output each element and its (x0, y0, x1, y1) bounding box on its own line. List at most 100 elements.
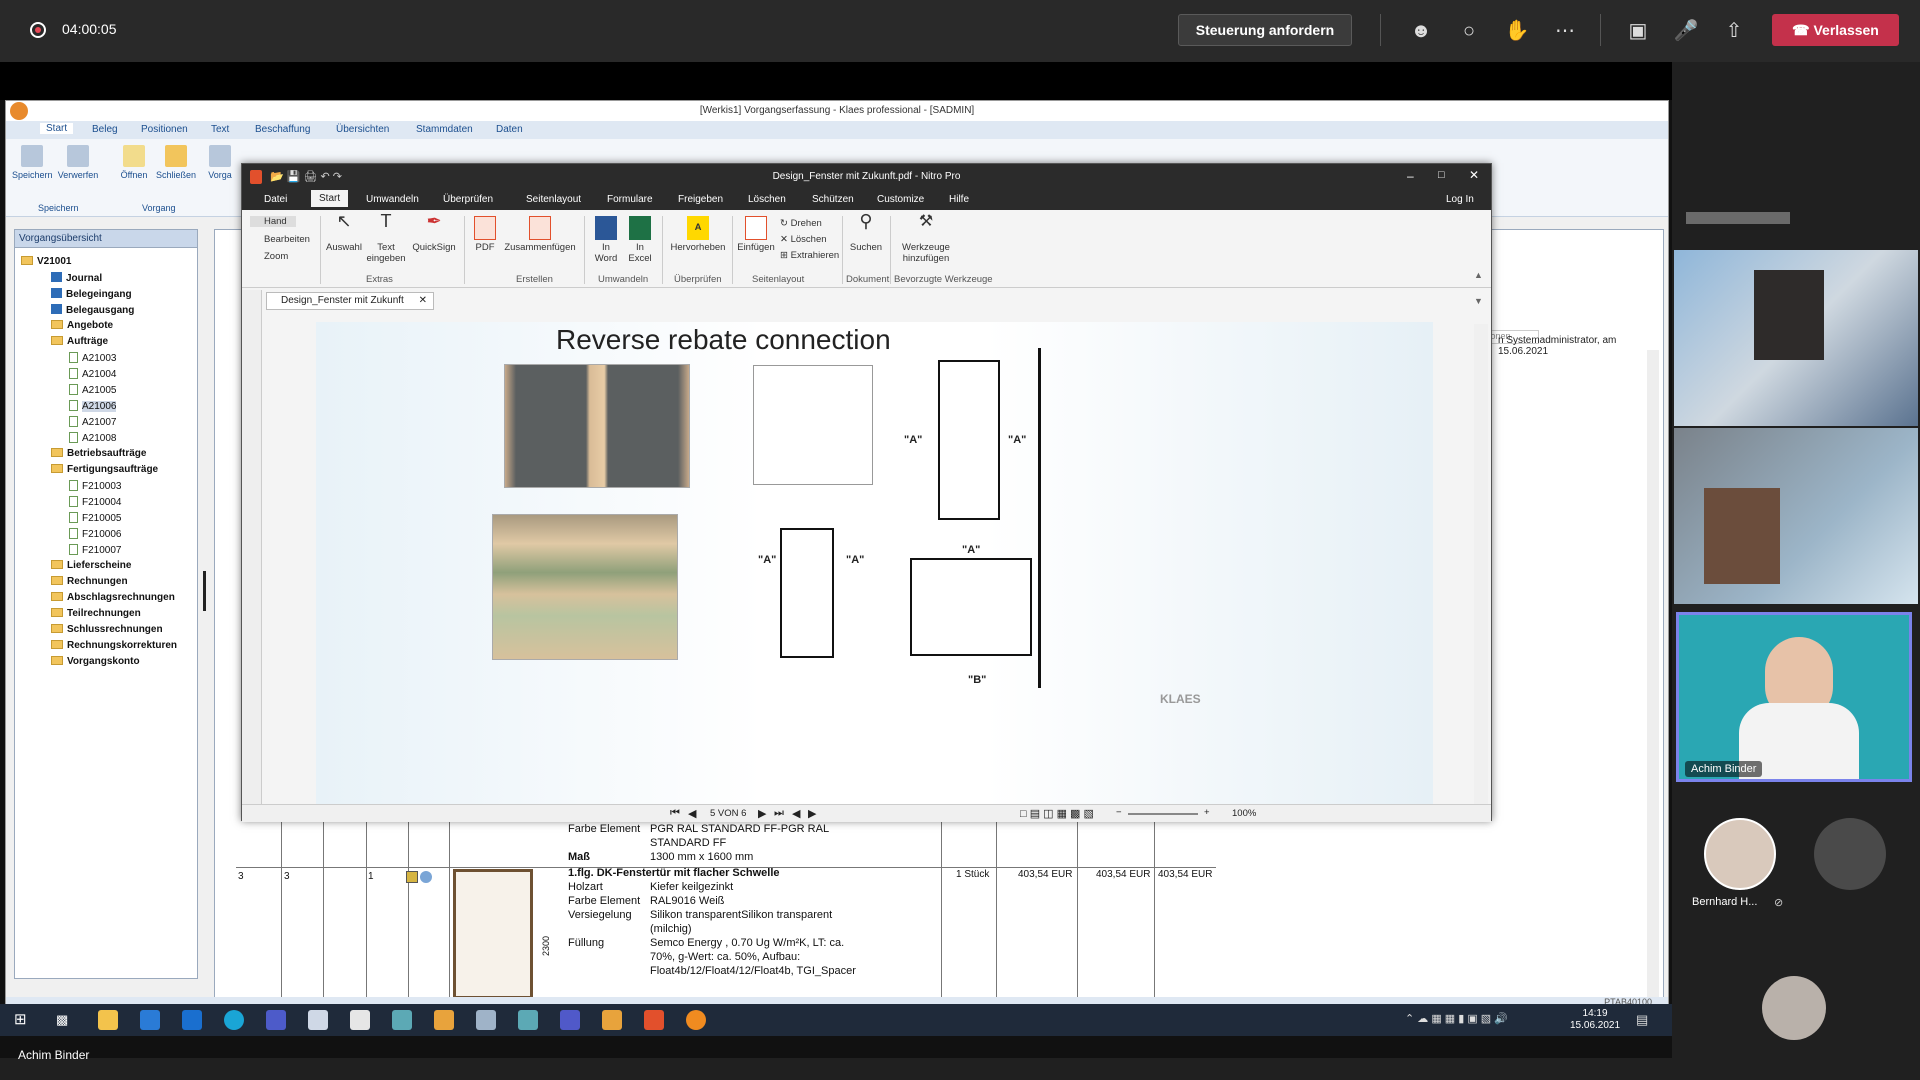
tree-vorgangskonto[interactable]: Vorgangskonto (51, 656, 140, 667)
tab-beschaffung[interactable]: Beschaffung (255, 124, 310, 135)
tab-dropdown-icon[interactable]: ▼ (1474, 296, 1483, 306)
minimize-icon[interactable]: – (1407, 169, 1414, 183)
back-icon[interactable]: ◀ (792, 807, 800, 820)
tab-text[interactable]: Text (211, 124, 229, 135)
discard-button[interactable]: Verwerfen (56, 145, 100, 180)
menu-umwandeln[interactable]: Umwandeln (366, 194, 419, 205)
collapse-ribbon-icon[interactable]: ▲ (1474, 270, 1483, 280)
menu-seitenlayout[interactable]: Seitenlayout (526, 194, 581, 205)
tab-beleg[interactable]: Beleg (92, 124, 118, 135)
tree-order-item[interactable]: A21005 (69, 384, 116, 396)
nitro-icon[interactable] (644, 1010, 664, 1030)
tree-teilrechnungen[interactable]: Teilrechnungen (51, 608, 141, 619)
pdf-scrollbar[interactable] (1474, 324, 1488, 804)
tree-journal[interactable]: Journal (51, 272, 102, 284)
app-icon[interactable] (308, 1010, 328, 1030)
view-mode-icons[interactable]: □ ▤ ◫ ▦ ▩ ▧ (1020, 807, 1094, 820)
tree-lieferscheine[interactable]: Lieferscheine (51, 560, 131, 571)
tree-angebote[interactable]: Angebote (51, 320, 113, 331)
edit-tool[interactable]: Bearbeiten (250, 234, 310, 245)
tree-production-item[interactable]: F210006 (69, 528, 121, 540)
tree-order-item-selected[interactable]: A21006 (69, 400, 117, 412)
open-button[interactable]: Öffnen (116, 145, 152, 180)
zoom-slider[interactable] (1128, 813, 1198, 815)
blurred-avatar[interactable] (1814, 818, 1886, 890)
klaes-app-icon[interactable] (392, 1010, 412, 1030)
close-tab-icon[interactable]: ✕ (419, 293, 427, 309)
combine-button[interactable]: Zusammenfügen (502, 216, 578, 253)
edge-icon[interactable] (224, 1010, 244, 1030)
tree-order-item[interactable]: A21003 (69, 352, 116, 364)
extract-button[interactable]: ⊞ Extrahieren (780, 250, 839, 261)
share-screen-icon[interactable]: ⇧ (1720, 17, 1748, 45)
forward-icon[interactable]: ▶ (808, 807, 816, 820)
windows-start-icon[interactable]: ⊞ (14, 1010, 34, 1030)
teams-icon[interactable] (560, 1010, 580, 1030)
insert-button[interactable]: Einfügen (736, 216, 776, 253)
menu-formulare[interactable]: Formulare (607, 194, 653, 205)
zoom-tool[interactable]: Zoom (250, 251, 288, 262)
klaes-logo-icon[interactable] (10, 102, 28, 120)
vorgang-button[interactable]: Vorga (206, 145, 234, 180)
tree-production-item[interactable]: F210005 (69, 512, 121, 524)
hand-tool[interactable]: Hand (250, 216, 296, 227)
taskbar-clock[interactable]: 14:19 15.06.2021 (1570, 1008, 1620, 1032)
tab-uebersichten[interactable]: Übersichten (336, 124, 389, 135)
tree-rechnungen[interactable]: Rechnungen (51, 576, 128, 587)
reactions-icon[interactable]: ✋ (1503, 17, 1531, 45)
zoom-level[interactable]: 100% (1232, 808, 1256, 819)
menu-schuetzen[interactable]: Schützen (812, 194, 854, 205)
menu-customize[interactable]: Customize (877, 194, 924, 205)
tree-betriebsauftraege[interactable]: Betriebsaufträge (51, 448, 146, 459)
document-tab[interactable]: Design_Fenster mit Zukunft ✕ (266, 292, 434, 310)
tree-order-item[interactable]: A21007 (69, 416, 116, 428)
tree-root[interactable]: V21001 (21, 256, 71, 267)
quick-access-icons[interactable]: 📂 💾 🖨 ↶ ↷ (270, 170, 342, 183)
zoom-in-icon[interactable]: + (1204, 807, 1210, 818)
menu-hilfe[interactable]: Hilfe (949, 194, 969, 205)
chat-icon[interactable]: ○ (1455, 17, 1483, 45)
menu-start[interactable]: Start (311, 190, 349, 207)
tree-auftraege[interactable]: Aufträge (51, 336, 108, 347)
leave-button[interactable]: ☎ Verlassen (1772, 14, 1899, 46)
first-page-icon[interactable]: ⏮ (670, 807, 680, 820)
highlight-button[interactable]: A Hervorheben (668, 216, 728, 253)
task-view-icon[interactable]: ▩ (56, 1010, 76, 1030)
menu-datei[interactable]: Datei (264, 194, 287, 205)
app-icon[interactable] (266, 1010, 286, 1030)
tab-daten[interactable]: Daten (496, 124, 523, 135)
camera-off-icon[interactable]: ▣ (1624, 17, 1652, 45)
close-icon[interactable]: ✕ (1469, 168, 1479, 182)
request-control-button[interactable]: Steuerung anfordern (1178, 14, 1352, 46)
tab-positionen[interactable]: Positionen (141, 124, 188, 135)
app-icon[interactable] (350, 1010, 370, 1030)
search-button[interactable]: ⚲ Suchen (846, 212, 886, 253)
nitro-side-panel[interactable] (242, 290, 262, 810)
position-type-icon[interactable] (406, 871, 418, 883)
tree-abschlagsrechnungen[interactable]: Abschlagsrechnungen (51, 592, 175, 603)
close-button[interactable]: Schließen (154, 145, 198, 180)
klaes-app-icon[interactable] (434, 1010, 454, 1030)
save-button[interactable]: Speichern (12, 145, 53, 180)
to-word-button[interactable]: In Word (590, 216, 622, 264)
menu-freigeben[interactable]: Freigeben (678, 194, 723, 205)
participant-video-tile[interactable] (1674, 250, 1918, 426)
system-tray-icons[interactable]: ⌃ ☁ ▦ ▦ ▮ ▣ ▧ 🔊 (1405, 1012, 1508, 1025)
login-link[interactable]: Log In (1446, 194, 1474, 205)
tab-start[interactable]: Start (40, 123, 74, 134)
tree-order-item[interactable]: A21004 (69, 368, 116, 380)
more-actions-icon[interactable]: ⋯ (1551, 17, 1579, 45)
participants-icon[interactable]: ☻ (1407, 17, 1435, 45)
maximize-icon[interactable]: □ (1438, 169, 1445, 181)
klaes-app-icon[interactable] (518, 1010, 538, 1030)
tree-belegausgang[interactable]: Belegausgang (51, 304, 134, 316)
tree-production-item[interactable]: F210004 (69, 496, 121, 508)
type-text-button[interactable]: T Text eingeben (366, 212, 406, 264)
tab-stammdaten[interactable]: Stammdaten (416, 124, 473, 135)
tree-fertigungsauftraege[interactable]: Fertigungsaufträge (51, 464, 158, 475)
klaes-app-icon[interactable] (602, 1010, 622, 1030)
splitter-handle[interactable] (203, 571, 206, 611)
tree-production-item[interactable]: F210007 (69, 544, 121, 556)
notification-icon[interactable]: ▤ (1636, 1012, 1648, 1028)
prev-page-icon[interactable]: ◀ (688, 807, 696, 820)
